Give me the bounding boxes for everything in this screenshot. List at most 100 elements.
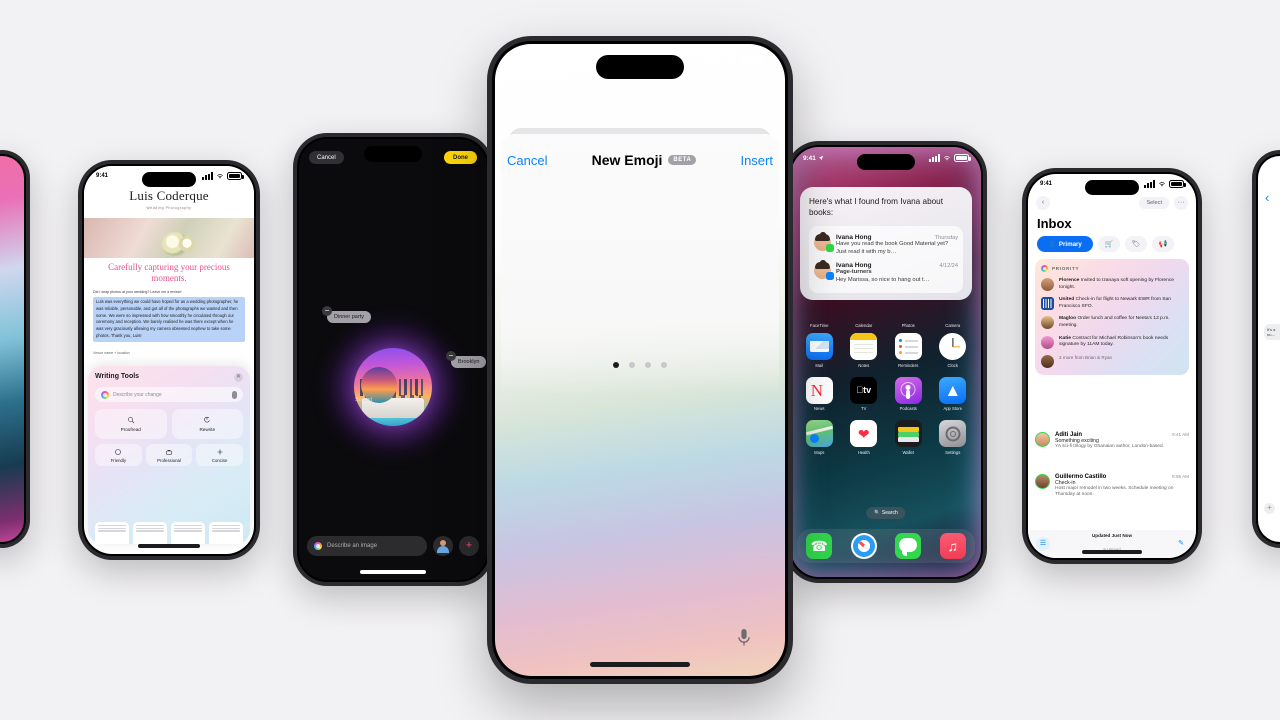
page-dots[interactable] [495,362,785,368]
apple-intelligence-icon [101,390,109,399]
result-preview: Have you read the book Good Material yet… [836,241,949,255]
priority-sender: United [1059,297,1075,303]
concept-chip-brooklyn[interactable]: − Brooklyn [446,351,487,368]
close-icon[interactable]: ✕ [234,373,243,382]
remove-icon[interactable]: − [322,306,332,316]
priority-text: Contract for Michael Robinson's book nee… [1059,335,1169,348]
selected-review-text[interactable]: Luis was everything we could have hoped … [93,297,245,342]
dock-icon-messages[interactable] [895,533,922,559]
dynamic-island [1085,180,1139,195]
professional-button[interactable]: Professional [145,444,193,466]
avatar [1041,278,1054,291]
priority-item[interactable]: Magloo Order lunch and coffee for Neeta'… [1041,316,1183,330]
add-icon[interactable]: + [1264,503,1275,514]
preview-card[interactable] [95,522,129,544]
app-icon-news[interactable]: N News [797,376,842,411]
app-icon-clock[interactable]: Clock [931,333,976,368]
preview-card[interactable] [209,522,243,544]
site-tagline: Wedding Photography [146,206,192,210]
tag-icon: 🏷 [1131,241,1141,248]
tab-promotions[interactable]: 📢 [1152,236,1174,252]
messages-badge-icon [826,244,834,253]
select-button[interactable]: Select [1139,197,1169,209]
home-indicator [590,662,690,667]
avatar [1041,297,1054,311]
search-icon: 🔍 [874,510,881,516]
app-icon-wallet[interactable]: Wallet [886,420,931,455]
person-icon[interactable] [433,536,453,556]
app-icon-app-store[interactable]: ▲ App Store [931,376,976,411]
home-indicator [360,570,426,574]
status-time: 9:41 [1040,181,1053,187]
preview-card[interactable] [133,522,167,544]
result-sender: Ivana Hong [836,262,872,270]
concept-chip-dinner-party[interactable]: − Dinner party [322,306,371,323]
insert-button[interactable]: Insert [740,153,773,168]
compose-icon[interactable]: ✎ [1174,537,1188,551]
filter-icon[interactable]: ☰ [1036,537,1050,551]
table-row[interactable]: Guillermo Castillo 8:58 AM Check-in Host… [1035,474,1189,499]
app-icon-health[interactable]: ❤ Health [842,420,887,455]
app-label: Camera [945,323,961,328]
siri-result-row[interactable]: Ivana Hong Thursday Have you read the bo… [814,231,958,259]
app-icon-notes[interactable]: Notes [842,333,887,368]
describe-image-input[interactable]: Describe an image [307,536,427,556]
rewrite-button[interactable]: Rewrite [171,409,243,439]
remove-icon[interactable]: − [446,351,456,361]
page-dot-active[interactable] [613,362,619,368]
more-options-icon[interactable]: ··· [1174,196,1188,210]
rewrite-icon [204,416,210,423]
cancel-button[interactable]: Cancel [309,151,344,164]
dock: ☎ ♫ [797,529,975,563]
add-icon[interactable]: + [459,536,479,556]
tab-transactions[interactable]: 🛒 [1098,236,1120,252]
done-button[interactable]: Done [444,151,477,164]
concise-button[interactable]: Concise [196,444,244,466]
table-row[interactable]: Aditi Jain 9:41 AM Something exciting YA… [1035,432,1189,450]
dock-icon-safari[interactable] [850,533,877,559]
mic-icon[interactable] [737,628,751,648]
siri-result-row[interactable]: Ivana Hong 4/12/24 Page-turners Hey Mari… [814,259,958,287]
page-dot[interactable] [661,362,667,368]
proofread-button[interactable]: Proofread [95,409,167,439]
priority-item[interactable]: Florence Invited to Izanaya soft opening… [1041,278,1183,291]
concise-icon [217,449,223,454]
apple-intelligence-icon [314,542,322,550]
page-dot[interactable] [629,362,635,368]
app-icon-mail[interactable]: Mail [797,333,842,368]
page-dot[interactable] [645,362,651,368]
app-icon-settings[interactable]: Settings [931,420,976,455]
proofread-label: Proofread [120,427,141,432]
wifi-icon [724,58,735,65]
search-button[interactable]: 🔍 Search [866,507,906,519]
app-icon-podcasts[interactable]: Podcasts [886,376,931,411]
app-icon-maps[interactable]: Maps [797,420,842,455]
chip-label: Dinner party [334,314,364,320]
priority-item[interactable]: United Check-in for flight to Newark EWR… [1041,297,1183,311]
cancel-button[interactable]: Cancel [507,153,547,168]
avatar [1041,316,1054,330]
mic-icon[interactable] [232,390,237,399]
dock-icon-music[interactable]: ♫ [939,533,966,559]
preview-card[interactable] [171,522,205,544]
dynamic-island [857,154,915,170]
megaphone-icon: 📢 [1158,241,1168,248]
priority-item[interactable]: Katie Contract for Michael Robinson's bo… [1041,335,1183,349]
describe-change-input[interactable]: Describe your change [95,387,243,402]
priority-more-row[interactable]: 2 more from Brian & Ryan [1041,354,1183,368]
battery-icon [954,154,971,162]
friendly-button[interactable]: Friendly [95,444,142,466]
dynamic-island [364,146,422,162]
page-title: Inbox [1037,216,1072,231]
app-icon-reminders[interactable]: Reminders [886,333,931,368]
status-time: 9:41 [96,173,109,179]
app-icon-tv[interactable]: tv TV [842,376,887,411]
friendly-label: Friendly [110,457,126,463]
tab-primary[interactable]: 👤 Primary [1037,236,1093,252]
professional-label: Professional [157,457,181,463]
back-chevron-icon[interactable]: ‹ [1265,190,1269,205]
priority-label: PRIORITY [1052,266,1080,271]
tab-updates[interactable]: 🏷 [1125,236,1147,252]
app-label: Clock [947,362,958,368]
dock-icon-phone[interactable]: ☎ [806,533,833,559]
